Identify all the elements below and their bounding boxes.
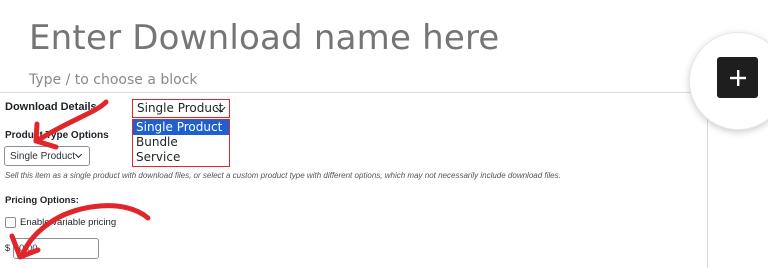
variable-pricing-checkbox[interactable] [5,217,16,228]
price-input[interactable]: 0.00 [13,238,99,259]
pricing-options-heading: Pricing Options: [5,195,79,206]
variable-pricing-label[interactable]: Enable variable pricing [20,217,116,228]
block-appender-placeholder[interactable]: Type / to choose a block [29,72,198,88]
download-details-metabox [0,92,708,268]
plus-icon [729,69,746,86]
product-type-select[interactable]: Single Product [4,146,90,166]
dropdown-option-single-product[interactable]: Single Product [133,120,229,135]
download-details-heading: Download Details [5,101,97,113]
dropdown-option-service[interactable]: Service [133,150,229,165]
block-inserter-button[interactable] [717,57,758,98]
dropdown-option-bundle[interactable]: Bundle [133,135,229,150]
currency-symbol: $ [5,243,11,253]
product-type-select-value: Single Product [10,151,76,162]
download-type-select-value: Single Product [137,101,224,115]
chevron-down-icon [74,150,83,159]
product-type-description: Sell this item as a single product with … [5,171,561,180]
download-type-select[interactable]: Single Product [132,99,230,118]
download-title-input[interactable]: Enter Download name here [29,18,500,58]
download-type-dropdown-list: Single Product Bundle Service [132,119,230,167]
editor-header-area: Enter Download name here Type / to choos… [0,0,768,92]
product-type-options-label: Product Type Options [5,130,109,141]
